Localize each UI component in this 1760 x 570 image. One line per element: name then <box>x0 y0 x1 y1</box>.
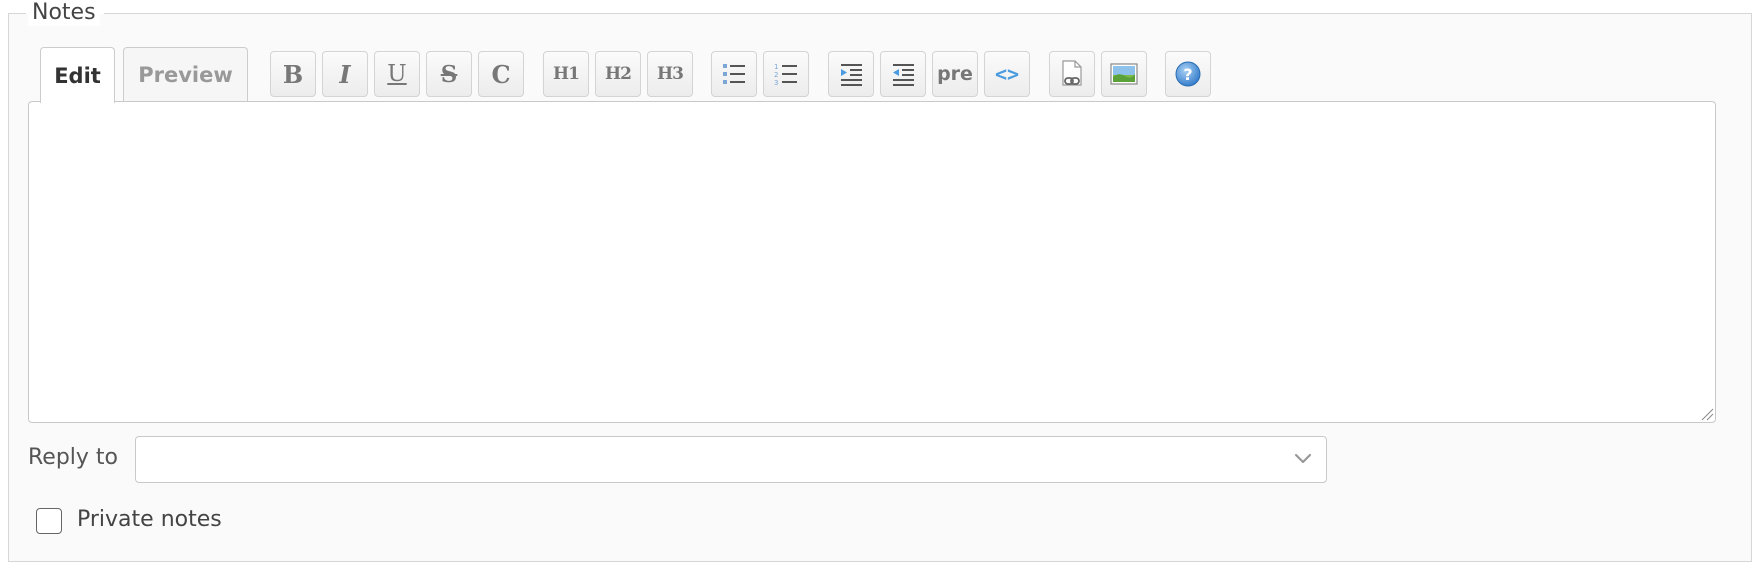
code-block-icon: <> <box>994 62 1020 86</box>
indent-button[interactable] <box>828 51 874 97</box>
help-icon: ? <box>1175 61 1201 87</box>
strikethrough-icon: S <box>440 60 458 88</box>
svg-text:1: 1 <box>774 63 778 71</box>
heading1-icon: H1 <box>553 64 580 84</box>
help-button[interactable]: ? <box>1165 51 1211 97</box>
underline-button[interactable]: U <box>374 51 420 97</box>
svg-text:2: 2 <box>774 71 778 79</box>
chevron-down-icon <box>1294 453 1312 464</box>
inline-code-icon: C <box>491 59 511 89</box>
reply-to-select[interactable] <box>135 436 1327 483</box>
code-block-button[interactable]: <> <box>984 51 1030 97</box>
bold-icon: B <box>282 59 304 89</box>
image-button[interactable] <box>1101 51 1147 97</box>
underline-icon: U <box>387 61 407 87</box>
heading3-icon: H3 <box>657 64 684 84</box>
preformatted-button[interactable]: pre <box>932 51 978 97</box>
bulleted-list-icon <box>723 64 745 84</box>
indent-icon <box>841 64 862 86</box>
resize-grip-icon[interactable] <box>1700 407 1714 421</box>
heading2-button[interactable]: H2 <box>595 51 641 97</box>
private-notes-checkbox[interactable] <box>36 508 62 534</box>
heading3-button[interactable]: H3 <box>647 51 693 97</box>
tab-edit[interactable]: Edit <box>40 47 115 103</box>
numbered-list-button[interactable]: 1 2 3 <box>763 51 809 97</box>
svg-text:3: 3 <box>774 79 778 87</box>
reply-to-label: Reply to <box>28 445 119 470</box>
attachment-link-icon <box>1062 60 1082 86</box>
strikethrough-button[interactable]: S <box>426 51 472 97</box>
italic-button[interactable]: I <box>322 51 368 97</box>
outdent-button[interactable] <box>880 51 926 97</box>
notes-legend: Notes <box>28 0 100 26</box>
preformatted-icon: pre <box>937 63 973 85</box>
bold-button[interactable]: B <box>270 51 316 97</box>
bulleted-list-button[interactable] <box>711 51 757 97</box>
attachment-link-button[interactable] <box>1049 51 1095 97</box>
heading1-button[interactable]: H1 <box>543 51 589 97</box>
notes-textarea[interactable] <box>28 101 1716 423</box>
heading2-icon: H2 <box>605 64 632 84</box>
numbered-list-icon: 1 2 3 <box>774 63 797 87</box>
private-notes-label[interactable]: Private notes <box>77 507 222 532</box>
svg-text:?: ? <box>1183 65 1192 84</box>
tab-preview[interactable]: Preview <box>123 47 248 102</box>
inline-code-button[interactable]: C <box>478 51 524 97</box>
outdent-icon <box>893 64 914 86</box>
image-icon <box>1110 63 1138 85</box>
italic-icon: I <box>339 59 351 89</box>
